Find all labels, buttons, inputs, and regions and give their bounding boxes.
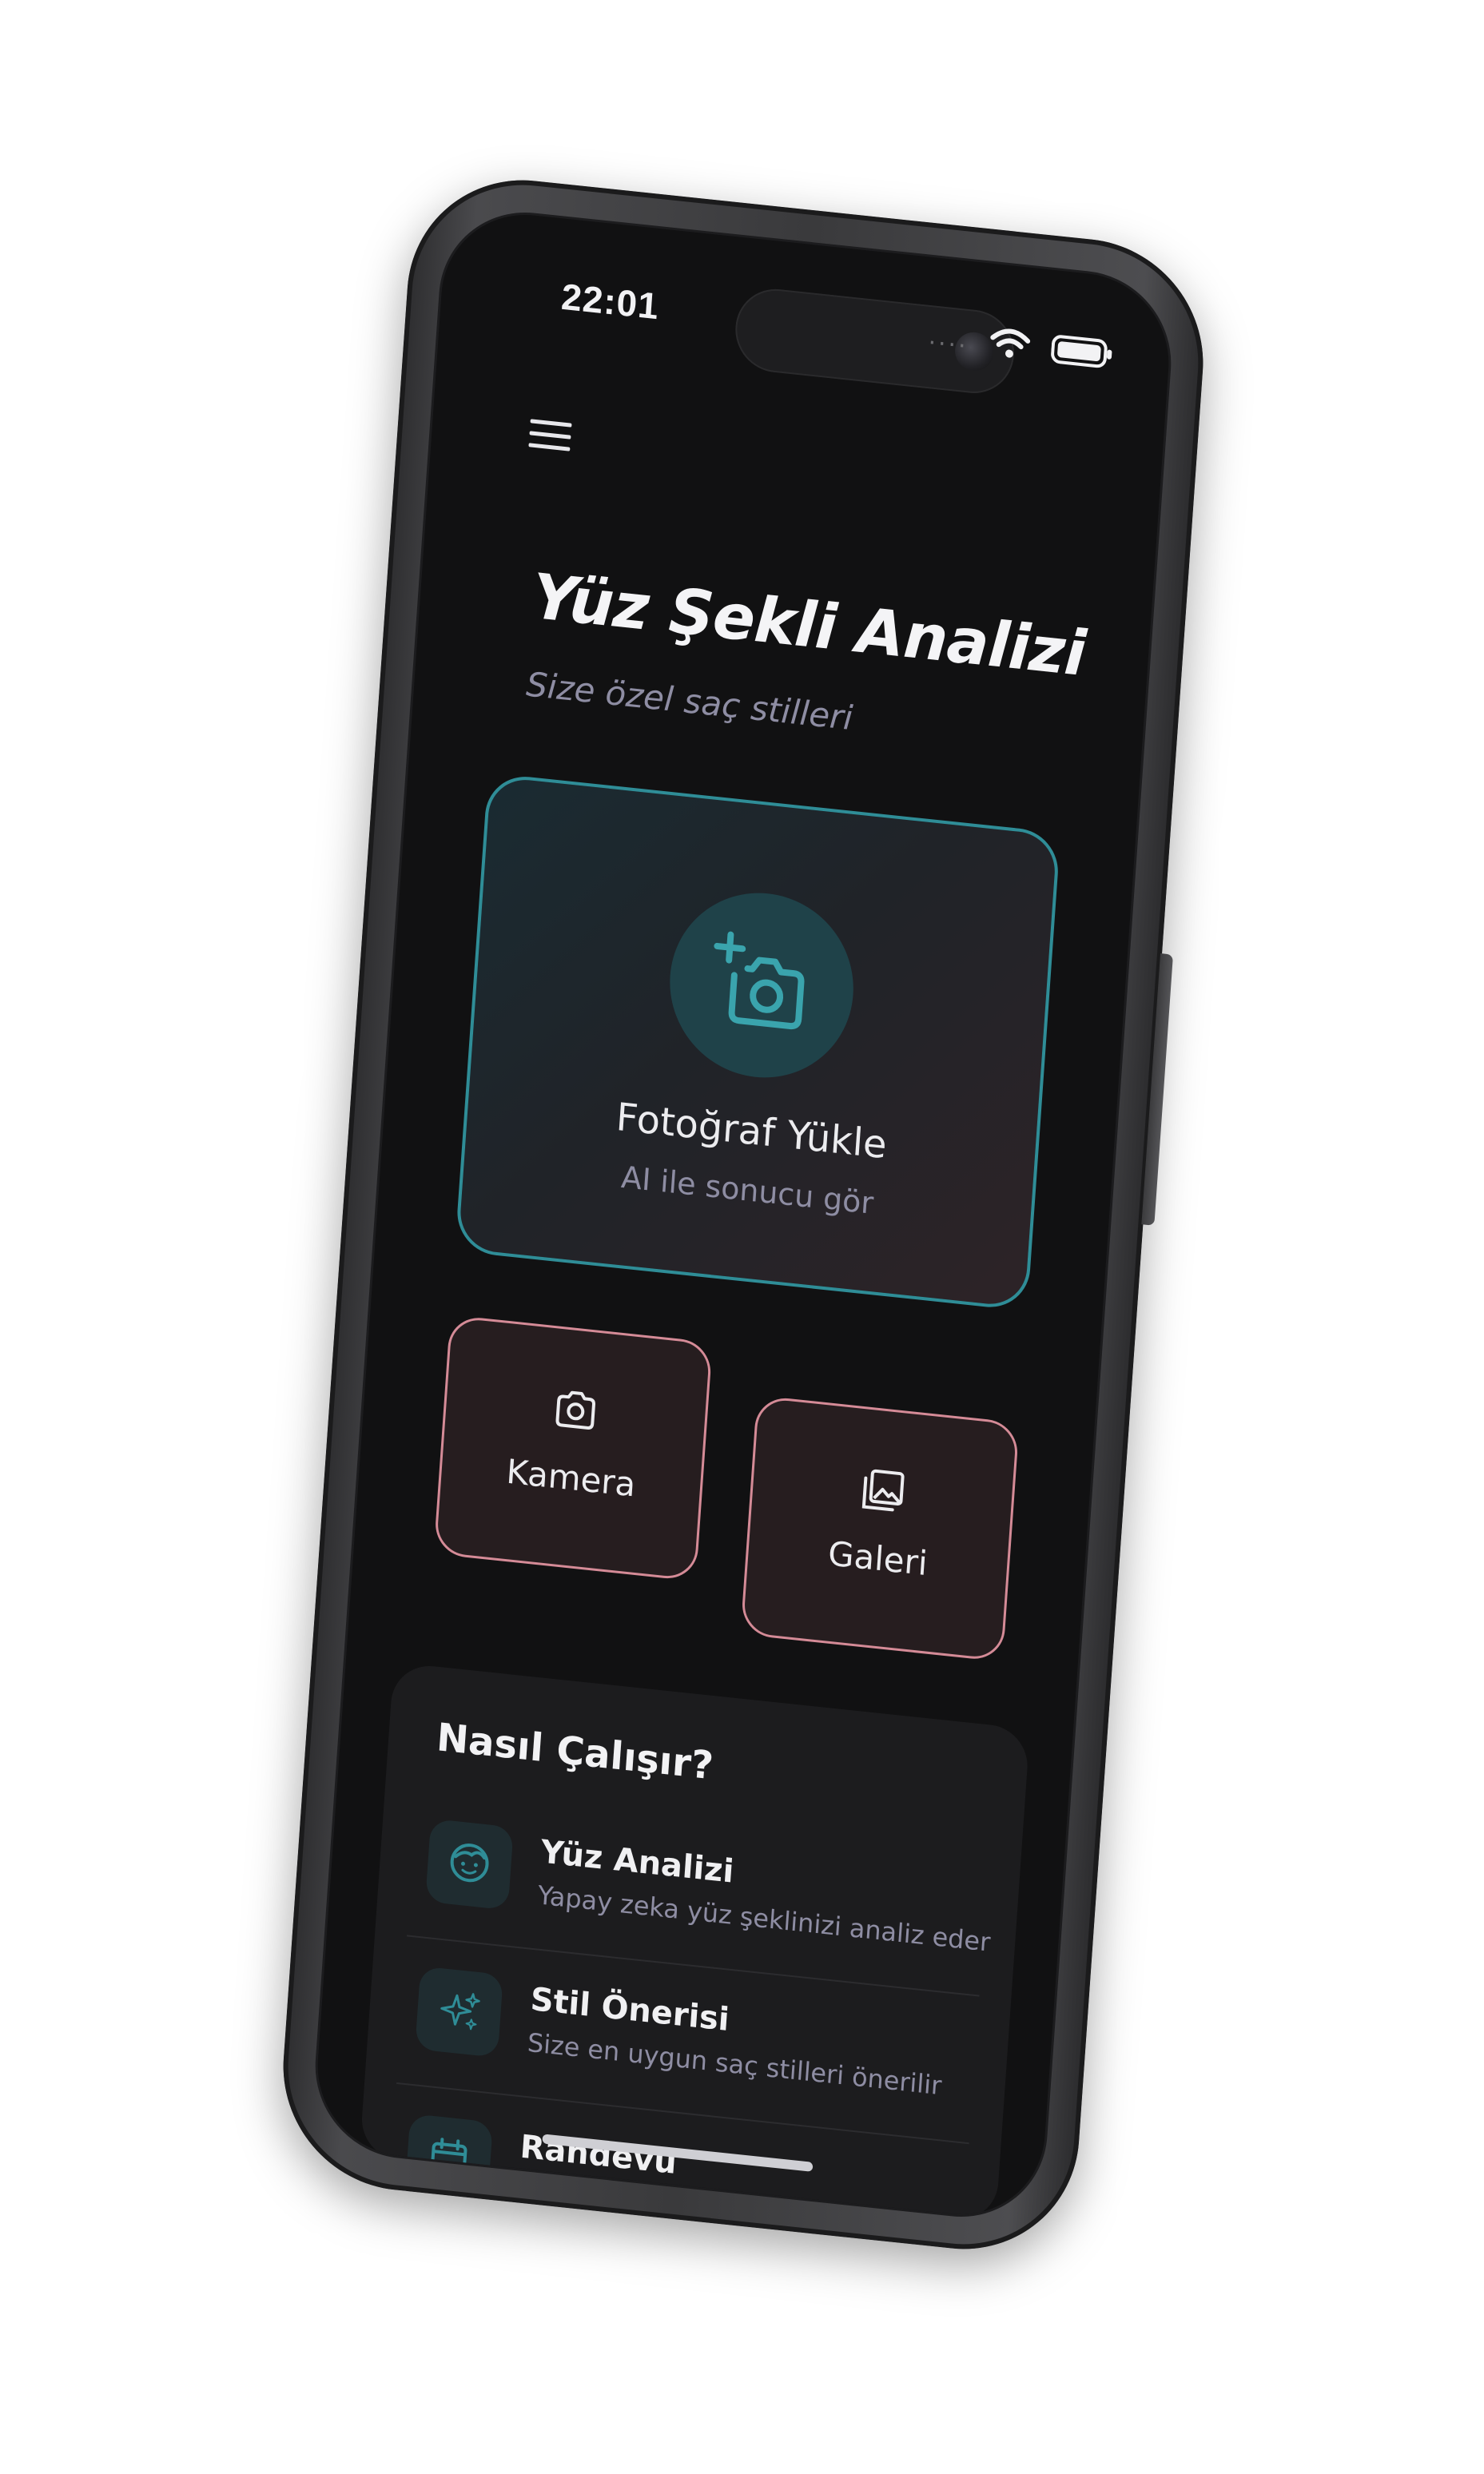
- signal-icon: ....: [927, 321, 970, 354]
- item-icon-box: [425, 1818, 514, 1911]
- gallery-button[interactable]: Galeri: [740, 1394, 1020, 1662]
- hamburger-menu-icon[interactable]: [527, 416, 574, 455]
- gallery-icon: [857, 1465, 908, 1517]
- upload-icon-circle: [663, 884, 860, 1087]
- gallery-button-label: Galeri: [826, 1533, 929, 1584]
- sparkles-icon: [436, 1986, 483, 2038]
- battery-icon: [1050, 332, 1114, 371]
- face-icon: [445, 1838, 493, 1891]
- phone-mockup: 22:01 .... Yüz Şekli Analizi Size özel s…: [275, 168, 1211, 2261]
- item-icon-box: [415, 1966, 503, 2058]
- app-screen: 22:01 .... Yüz Şekli Analizi Size özel s…: [309, 203, 1177, 2226]
- status-bar: 22:01 ....: [440, 254, 1171, 398]
- upload-photo-card[interactable]: Fotoğraf Yükle AI ile sonucu gör: [454, 772, 1061, 1311]
- item-description: Yapay zeka yüz şeklinizi analiz eder: [536, 1879, 992, 1958]
- item-description: Size en uygun saç stilleri önerilir: [526, 2027, 943, 2102]
- camera-button[interactable]: Kamera: [433, 1315, 713, 1582]
- camera-icon: [550, 1384, 601, 1437]
- status-time: 22:01: [559, 275, 661, 328]
- item-title: Yüz Analizi: [539, 1833, 735, 1891]
- how-it-works-card: Nasıl Çalışır? Yüz Analizi Yapay zeka yü…: [359, 1662, 1030, 2225]
- how-it-works-title: Nasıl Çalışır?: [435, 1715, 715, 1789]
- add-photo-camera-icon: [706, 926, 818, 1044]
- page-title: Yüz Şekli Analizi: [530, 560, 1088, 691]
- stage: 22:01 .... Yüz Şekli Analizi Size özel s…: [0, 0, 1484, 2474]
- page-subtitle: Size özel saç stilleri: [524, 664, 854, 738]
- wifi-icon: [989, 326, 1032, 362]
- camera-button-label: Kamera: [505, 1451, 637, 1505]
